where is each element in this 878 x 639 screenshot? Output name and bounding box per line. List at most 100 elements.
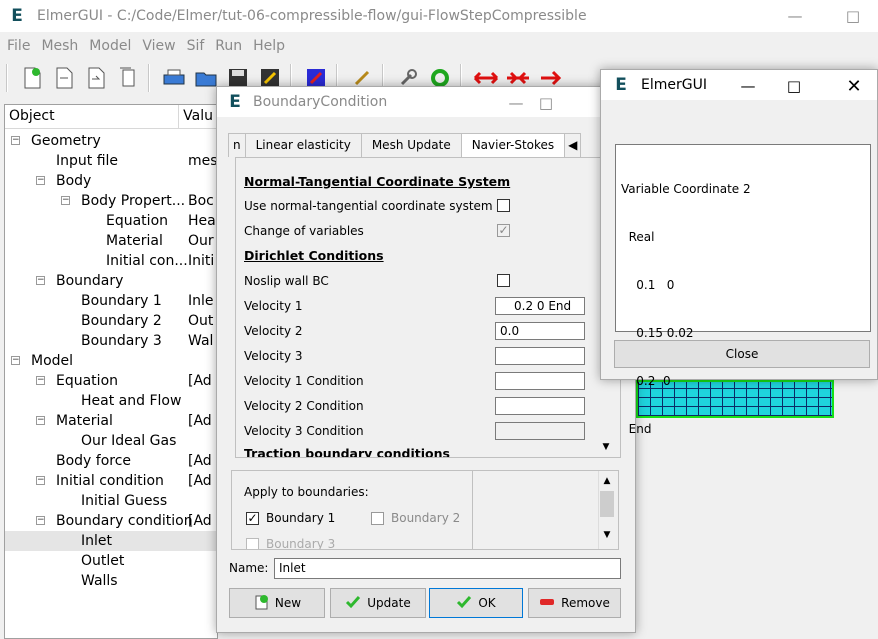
menu-file[interactable]: File [0, 35, 34, 57]
velocity-3-condition-label: Velocity 3 Condition [244, 424, 364, 438]
tree-expander-icon[interactable]: − [36, 516, 45, 525]
boundary-3-checkbox[interactable] [246, 538, 259, 549]
velocity-1-field[interactable]: 0.2 0 End [495, 297, 585, 315]
noslip-checkbox[interactable] [497, 274, 510, 287]
scroll-thumb[interactable] [600, 491, 614, 517]
tree-expander-icon[interactable]: − [61, 196, 70, 205]
tree-item-value: [Ad [188, 373, 212, 389]
tree-expander-icon[interactable]: − [36, 476, 45, 485]
tree-item-value: Inle [188, 293, 214, 309]
update-button[interactable]: Update [330, 588, 426, 618]
menu-view[interactable]: View [135, 35, 179, 57]
velocity-2-field[interactable]: 0.0 [495, 322, 585, 340]
main-titlebar: E ElmerGUI - C:/Code/Elmer/tut-06-compre… [0, 0, 878, 32]
scroll-down-icon[interactable]: ▼ [599, 527, 615, 543]
tree-item[interactable]: − Boundary [5, 271, 217, 291]
tree-item[interactable]: Material Our [5, 231, 217, 251]
boundary-1-label: Boundary 1 [266, 511, 336, 525]
elmer-app-icon: E [615, 75, 627, 95]
tree-item[interactable]: Inlet [5, 531, 217, 551]
tree-item-value: Our [188, 233, 214, 249]
checkmark-icon [345, 595, 361, 612]
use-nt-checkbox[interactable] [497, 199, 510, 212]
tree-item[interactable]: Boundary 2 Out [5, 311, 217, 331]
tab-navier-stokes[interactable]: Navier-Stokes [460, 133, 566, 158]
tree-item-label: Boundary [56, 273, 124, 289]
bc-tabs: n Linear elasticity Mesh Update Navier-S… [228, 133, 582, 158]
tree-item[interactable]: Our Ideal Gas [5, 431, 217, 451]
tree-item[interactable]: Outlet [5, 551, 217, 571]
tree-item[interactable]: − Material [Ad [5, 411, 217, 431]
scroll-up-icon[interactable]: ▲ [599, 473, 615, 489]
new-button[interactable]: New [229, 588, 325, 618]
tree-item-label: Body force [56, 453, 132, 469]
tab-previous-partial[interactable]: n [228, 133, 246, 157]
close-button[interactable]: Close [614, 340, 870, 368]
tree-item-label: Initial con... [106, 253, 188, 269]
menu-help[interactable]: Help [246, 35, 289, 57]
ok-button[interactable]: OK [429, 588, 523, 618]
maximize-icon[interactable]: □ [771, 70, 817, 102]
tab-scroll-left-icon[interactable]: ◀ [564, 133, 582, 157]
close-icon[interactable]: ✕ [831, 70, 877, 102]
tree-item-value: Hea [188, 213, 216, 229]
tab-linear-elasticity[interactable]: Linear elasticity [244, 133, 362, 157]
tree-expander-icon[interactable]: − [11, 356, 20, 365]
tree-item[interactable]: Input file mes [5, 151, 217, 171]
minimize-icon[interactable]: — [772, 0, 818, 32]
open-file-icon[interactable] [50, 64, 78, 92]
tree-expander-icon[interactable]: − [36, 416, 45, 425]
tree-item[interactable]: Boundary 1 Inle [5, 291, 217, 311]
scroll-down-icon[interactable]: ▼ [598, 439, 614, 455]
tree-item[interactable]: − Body [5, 171, 217, 191]
minimize-icon[interactable]: — [725, 70, 771, 102]
tree-item[interactable]: − Initial condition [Ad [5, 471, 217, 491]
menu-model[interactable]: Model [82, 35, 135, 57]
tree-item[interactable]: − Boundary condition [Ad [5, 511, 217, 531]
tree-item[interactable]: Heat and Flow [5, 391, 217, 411]
popup-text-area[interactable]: Variable Coordinate 2 Real 0.1 0 0.15 0.… [615, 144, 871, 436]
boundaries-scrollbar[interactable]: ▲ ▼ [598, 471, 614, 549]
tree-item[interactable]: Initial con... Initi [5, 251, 217, 271]
tree-item[interactable]: − Geometry [5, 131, 217, 151]
print-icon[interactable] [160, 64, 188, 92]
menu-sif[interactable]: Sif [180, 35, 209, 57]
tab-mesh-update[interactable]: Mesh Update [360, 133, 462, 157]
velocity-3-field[interactable] [495, 347, 585, 365]
new-file-icon[interactable] [18, 64, 46, 92]
tree-item[interactable]: Initial Guess [5, 491, 217, 511]
name-field[interactable]: Inlet [274, 558, 621, 579]
import-file-icon[interactable] [82, 64, 110, 92]
change-vars-checkbox[interactable]: ✓ [497, 224, 510, 237]
tree-header-object[interactable]: Object [5, 105, 180, 128]
tree-item[interactable]: Walls [5, 571, 217, 591]
tree-item[interactable]: Equation Hea [5, 211, 217, 231]
menu-run[interactable]: Run [208, 35, 246, 57]
boundary-2-checkbox[interactable] [371, 512, 384, 525]
tree-expander-icon[interactable]: − [36, 276, 45, 285]
tree-item[interactable]: − Body Propert... Boc [5, 191, 217, 211]
remove-button[interactable]: Remove [528, 588, 621, 618]
tree-item[interactable]: Boundary 3 Wal [5, 331, 217, 351]
popup-line: End [621, 422, 652, 436]
tree-item[interactable]: Body force [Ad [5, 451, 217, 471]
tree-item[interactable]: − Model [5, 351, 217, 371]
velocity-3-condition-field[interactable] [495, 422, 585, 440]
copy-file-icon[interactable] [114, 64, 142, 92]
tree-item-label: Outlet [81, 553, 125, 569]
apply-boundaries-group: Apply to boundaries: ✓ Boundary 1 Bounda… [231, 470, 619, 550]
tree-expander-icon[interactable]: − [36, 176, 45, 185]
tree-header-value[interactable]: Valu [179, 105, 217, 128]
maximize-icon[interactable]: □ [830, 0, 876, 32]
tree-item-value: [Ad [188, 413, 212, 429]
tree-item-label: Initial Guess [81, 493, 168, 509]
velocity-2-condition-field[interactable] [495, 397, 585, 415]
menu-mesh[interactable]: Mesh [34, 35, 82, 57]
tree-expander-icon[interactable]: − [11, 136, 20, 145]
boundary-3-label: Boundary 3 [266, 537, 336, 550]
tree-expander-icon[interactable]: − [36, 376, 45, 385]
tree-item[interactable]: − Equation [Ad [5, 371, 217, 391]
maximize-icon[interactable]: □ [523, 87, 569, 119]
boundary-1-checkbox[interactable]: ✓ [246, 512, 259, 525]
velocity-1-condition-field[interactable] [495, 372, 585, 390]
